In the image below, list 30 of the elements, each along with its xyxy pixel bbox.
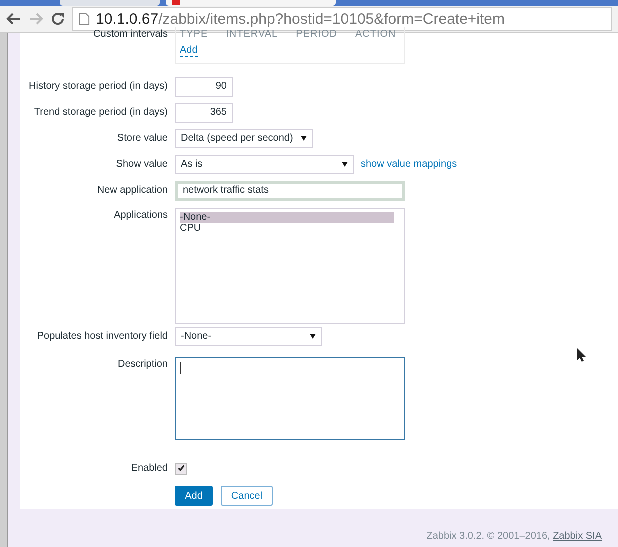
address-bar[interactable]: 10.1.0.67/zabbix/items.php?hostid=10105&form=Create+item [72, 7, 612, 31]
cancel-button[interactable]: Cancel [221, 486, 273, 506]
field-label: New application [96, 185, 168, 196]
value-mappings-link[interactable]: show value mappings [361, 159, 458, 170]
column-header: INTERVAL [226, 29, 278, 40]
dropdown[interactable]: Delta (speed per second) [175, 129, 314, 148]
field-label: Enabled [130, 463, 168, 474]
number-input[interactable]: 365 [175, 102, 233, 123]
field-label: Show value [115, 159, 168, 170]
column-header: TYPE [180, 29, 208, 40]
list-option[interactable]: CPU [180, 222, 394, 234]
list-option[interactable]: -None- [180, 212, 394, 223]
field-label: Custom intervals [92, 29, 168, 40]
add-link[interactable]: Add [180, 45, 198, 57]
field-label: Populates host inventory field [36, 330, 168, 342]
footer-text: Zabbix 3.0.2. © 2001–2016, [426, 531, 550, 542]
footer-link[interactable]: Zabbix SIA [553, 531, 602, 542]
number-input[interactable]: 90 [175, 76, 233, 97]
text-input[interactable]: network traffic stats [175, 180, 405, 201]
field-label: Applications [113, 210, 168, 221]
field-label: Store value [116, 133, 168, 144]
add-button[interactable]: Add [175, 486, 213, 506]
dropdown[interactable]: -None- [175, 326, 322, 346]
list-box[interactable]: -None- CPU [175, 208, 405, 324]
field-label: Description [116, 359, 168, 370]
dropdown[interactable]: As is [175, 155, 354, 174]
field-label: Trend storage period (in days) [33, 107, 168, 118]
column-header: ACTION [355, 29, 396, 40]
field-label: History storage period (in days) [28, 81, 168, 92]
column-header: PERIOD [296, 29, 338, 40]
